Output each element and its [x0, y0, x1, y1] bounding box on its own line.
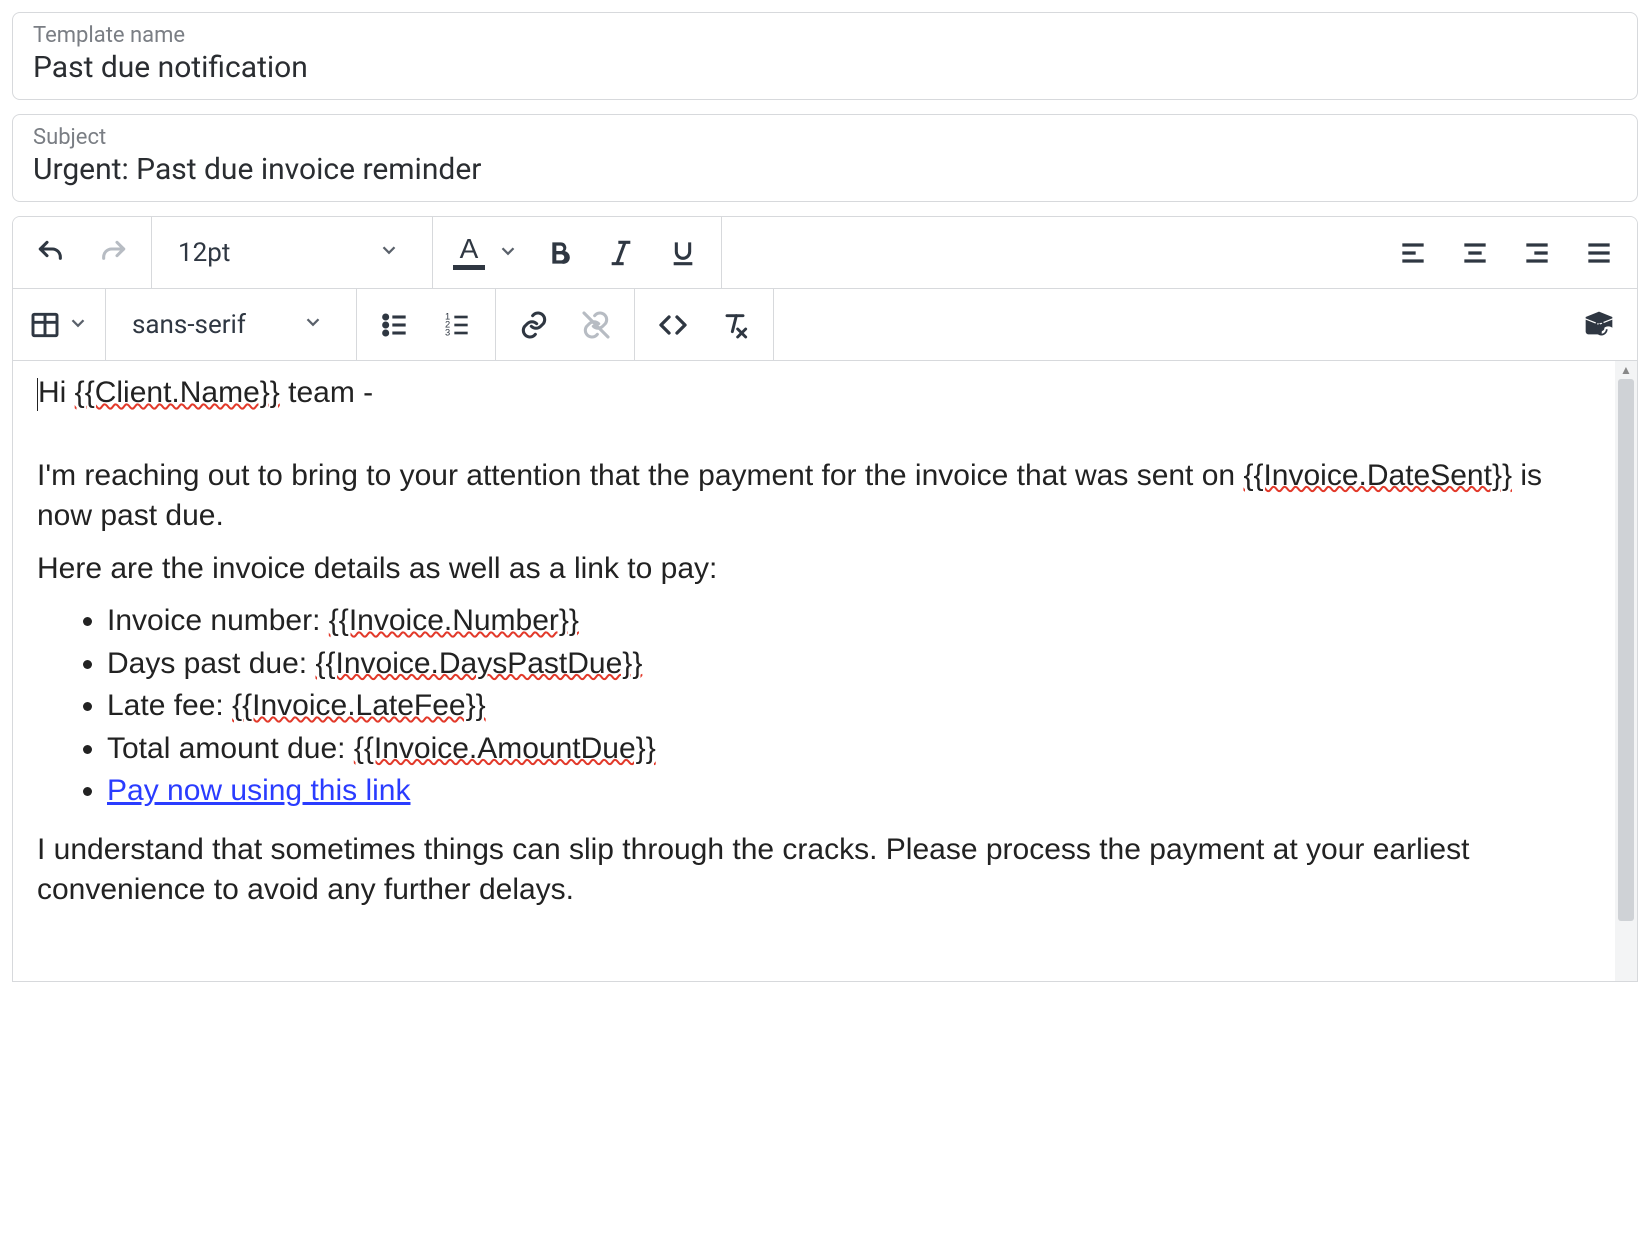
list-item[interactable]: Total amount due: {{Invoice.AmountDue}}: [107, 729, 1591, 770]
template-name-label: Template name: [33, 23, 1617, 48]
remove-link-button[interactable]: [568, 297, 624, 353]
toolbar-row-1: 12pt A: [13, 217, 1637, 289]
chevron-down-icon: [67, 312, 89, 337]
insert-link-button[interactable]: [506, 297, 562, 353]
pay-now-link[interactable]: Pay now using this link: [107, 774, 411, 807]
chevron-down-icon: [497, 240, 519, 265]
scroll-up-arrow-icon[interactable]: ▲: [1615, 361, 1637, 379]
align-center-button[interactable]: [1447, 225, 1503, 281]
subject-label: Subject: [33, 125, 1617, 150]
numbered-list-button[interactable]: 123: [429, 297, 485, 353]
merge-tag-invoice-amountdue: {{Invoice.AmountDue}}: [354, 732, 656, 765]
subject-input[interactable]: [33, 152, 1617, 187]
merge-tag-invoice-dayspastdue: {{Invoice.DaysPastDue}}: [315, 647, 642, 680]
bullet-list-button[interactable]: [367, 297, 423, 353]
template-name-field[interactable]: Template name: [12, 12, 1638, 100]
text-color-icon: A: [449, 235, 489, 270]
merge-tag-client-name: {{Client.Name}}: [75, 376, 280, 409]
clear-formatting-button[interactable]: [707, 297, 763, 353]
table-icon: [29, 309, 61, 341]
svg-text:3: 3: [445, 327, 450, 337]
font-family-select[interactable]: sans-serif: [116, 297, 346, 353]
merge-tag-invoice-number: {{Invoice.Number}}: [329, 604, 579, 637]
source-code-button[interactable]: [645, 297, 701, 353]
list-item[interactable]: Days past due: {{Invoice.DaysPastDue}}: [107, 644, 1591, 685]
body-closing[interactable]: I understand that sometimes things can s…: [37, 830, 1591, 911]
redo-button[interactable]: [85, 225, 141, 281]
font-size-select[interactable]: 12pt: [162, 225, 422, 281]
rich-text-editor: 12pt A: [12, 216, 1638, 982]
body-details-list[interactable]: Invoice number: {{Invoice.Number}} Days …: [37, 601, 1591, 812]
table-button[interactable]: [23, 297, 95, 353]
align-left-button[interactable]: [1385, 225, 1441, 281]
bold-button[interactable]: [531, 225, 587, 281]
toolbar-row-2: sans-serif 123: [13, 289, 1637, 361]
body-intro[interactable]: I'm reaching out to bring to your attent…: [37, 456, 1591, 537]
list-item[interactable]: Invoice number: {{Invoice.Number}}: [107, 601, 1591, 642]
scrollbar-thumb[interactable]: [1618, 379, 1634, 921]
text-color-button[interactable]: A: [443, 225, 525, 281]
body-details-header[interactable]: Here are the invoice details as well as …: [37, 549, 1591, 590]
underline-button[interactable]: [655, 225, 711, 281]
subject-field[interactable]: Subject: [12, 114, 1638, 202]
merge-tag-invoice-latefee: {{Invoice.LateFee}}: [232, 689, 486, 722]
align-justify-button[interactable]: [1571, 225, 1627, 281]
font-family-value: sans-serif: [132, 310, 246, 340]
template-name-input[interactable]: [33, 50, 1617, 85]
font-size-value: 12pt: [178, 238, 230, 268]
attachment-button[interactable]: [1571, 297, 1627, 353]
list-item[interactable]: Late fee: {{Invoice.LateFee}}: [107, 686, 1591, 727]
merge-tag-invoice-datesent: {{Invoice.DateSent}}: [1243, 459, 1512, 492]
editor-content[interactable]: Hi {{Client.Name}} team - I'm reaching o…: [13, 361, 1615, 981]
list-item[interactable]: Pay now using this link: [107, 771, 1591, 812]
body-greeting[interactable]: Hi {{Client.Name}} team -: [37, 373, 1591, 414]
align-right-button[interactable]: [1509, 225, 1565, 281]
italic-button[interactable]: [593, 225, 649, 281]
chevron-down-icon: [378, 238, 400, 268]
chevron-down-icon: [302, 310, 324, 340]
vertical-scrollbar[interactable]: ▲: [1615, 361, 1637, 981]
undo-button[interactable]: [23, 225, 79, 281]
